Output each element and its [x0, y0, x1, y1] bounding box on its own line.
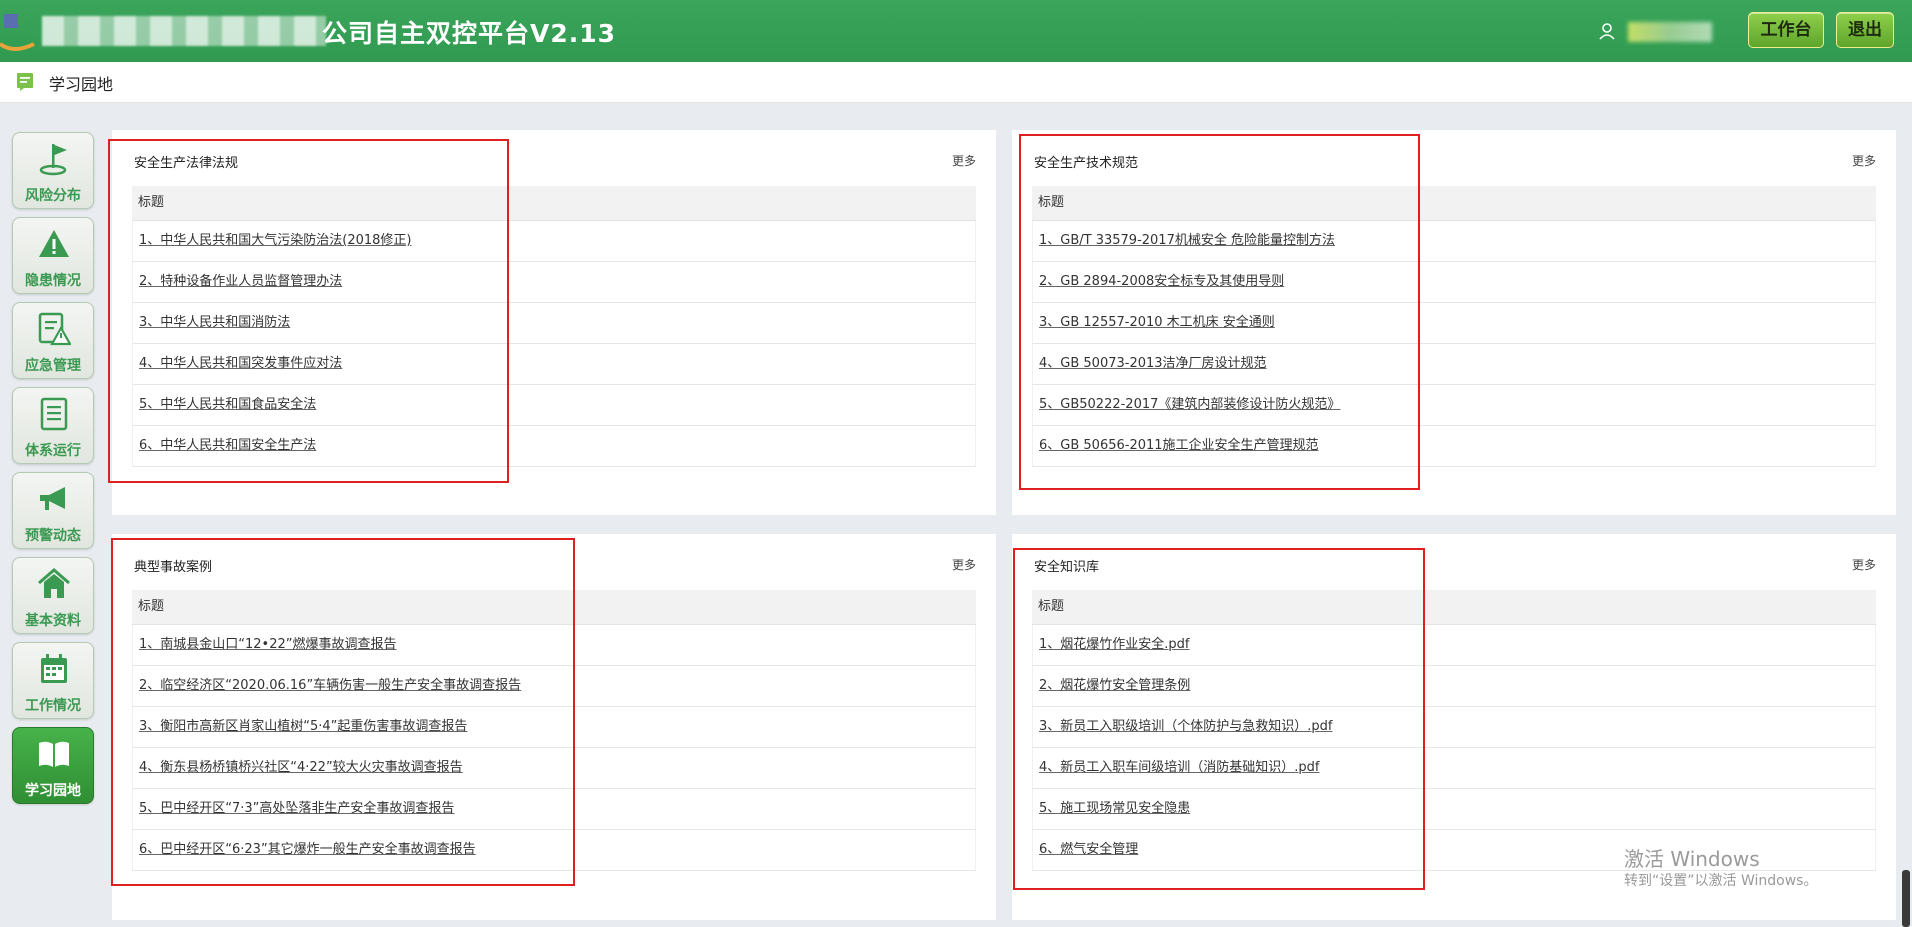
- top-bar: 公司自主双控平台V2.13 工作台 退出: [0, 0, 1912, 62]
- annotation-highlight-box: [111, 538, 575, 886]
- activation-watermark-subtitle: 转到“设置”以激活 Windows。: [1624, 873, 1818, 889]
- workbench-button[interactable]: 工作台: [1748, 12, 1824, 48]
- megaphone-icon: [37, 482, 71, 516]
- annotation-highlight-box: [1019, 134, 1420, 490]
- sidebar-item-label: 预警动态: [25, 528, 81, 544]
- document-list-icon: [37, 397, 71, 431]
- sidebar-item-risk[interactable]: 风险分布: [12, 132, 94, 209]
- sidebar-item-label: 隐患情况: [25, 273, 81, 289]
- sidebar-item-label: 基本资料: [25, 613, 81, 629]
- sidebar-item-work[interactable]: 工作情况: [12, 642, 94, 719]
- doc-warning-icon: [37, 312, 72, 346]
- user-name-redacted[interactable]: [1628, 22, 1712, 42]
- home-icon: [37, 567, 71, 601]
- annotation-highlight-box: [1013, 548, 1425, 890]
- logo-icon: [0, 8, 36, 52]
- breadcrumb: 学习园地: [0, 62, 1912, 103]
- activation-watermark-title: 激活 Windows: [1624, 847, 1760, 871]
- sidebar-item-label: 风险分布: [25, 188, 81, 204]
- more-link[interactable]: 更多: [1852, 556, 1876, 573]
- more-link[interactable]: 更多: [952, 152, 976, 169]
- sidebar-item-label: 工作情况: [25, 698, 81, 714]
- sidebar-item-emergency[interactable]: 应急管理: [12, 302, 94, 379]
- more-link[interactable]: 更多: [1852, 152, 1876, 169]
- annotation-highlight-box: [108, 139, 509, 483]
- sidebar-item-learning[interactable]: 学习园地: [12, 727, 94, 804]
- logout-button[interactable]: 退出: [1836, 12, 1894, 48]
- sidebar-item-label: 体系运行: [25, 443, 81, 459]
- sidebar-item-label: 学习园地: [25, 783, 81, 799]
- sidebar-item-system[interactable]: 体系运行: [12, 387, 94, 464]
- sidebar-item-hazards[interactable]: 隐患情况: [12, 217, 94, 294]
- user-icon: [1598, 22, 1616, 40]
- golf-flag-icon: [37, 142, 71, 176]
- app-title: 公司自主双控平台V2.13: [322, 19, 617, 48]
- warning-icon: [37, 227, 71, 261]
- book-icon: [37, 737, 71, 771]
- document-icon: [16, 72, 34, 92]
- sidebar-item-label: 应急管理: [25, 358, 81, 374]
- breadcrumb-label: 学习园地: [49, 75, 114, 94]
- company-name-redacted: [42, 16, 326, 46]
- more-link[interactable]: 更多: [952, 556, 976, 573]
- sidebar-item-warnings[interactable]: 预警动态: [12, 472, 94, 549]
- sidebar-item-basic-info[interactable]: 基本资料: [12, 557, 94, 634]
- calendar-icon: [37, 652, 71, 686]
- page-scrollbar[interactable]: [1902, 870, 1910, 927]
